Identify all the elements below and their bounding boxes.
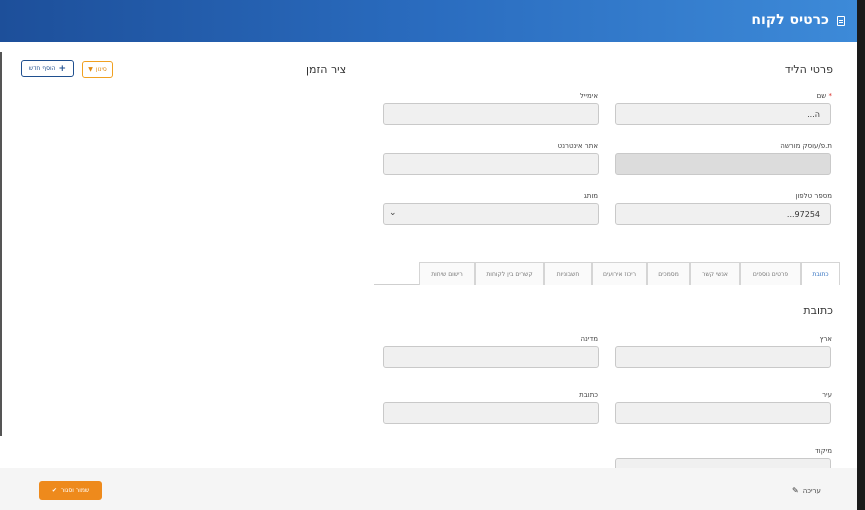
website-label: אתר אינטרנט [557, 142, 598, 150]
brand-label: מותג [583, 192, 598, 200]
tab-invoices[interactable]: חשבוניות [544, 262, 592, 285]
tab-events[interactable]: ריכוז אירועים [592, 262, 647, 285]
street-field[interactable] [383, 402, 599, 424]
plus-icon: + [58, 63, 67, 74]
address-title: כתובת [803, 304, 833, 317]
save-close-label: שמור וסגור [60, 487, 90, 494]
add-new-button[interactable]: + הוסף חדש [21, 60, 74, 77]
tab-customer-links[interactable]: קשרים בין לקוחות [475, 262, 544, 285]
street-label: כתובת [579, 391, 598, 399]
website-field[interactable] [383, 153, 599, 175]
email-label: אימייל [579, 92, 598, 100]
footer-bar [0, 468, 857, 510]
page-title: כרטיס לקוח [751, 12, 829, 28]
lead-details-title: פרטי הליד [784, 63, 833, 76]
country-label: ארץ [819, 335, 832, 343]
email-field[interactable] [383, 103, 599, 125]
save-close-button[interactable]: שמור וסגור ✔ [39, 481, 102, 500]
state-field[interactable] [383, 346, 599, 368]
chevron-down-icon: ▼ [88, 66, 93, 73]
filter-button[interactable]: סינון ▼ [82, 61, 113, 78]
name-field[interactable]: ה... [615, 103, 831, 125]
edit-label: עריכה [802, 486, 821, 495]
name-label: * שם [816, 92, 832, 100]
zip-label: מיקוד [814, 447, 832, 455]
company-id-label: ת.פ/עוסק מורשה [780, 142, 832, 150]
timeline-title: ציר הזמן [306, 63, 347, 76]
company-id-field[interactable] [615, 153, 831, 175]
divider [0, 52, 2, 436]
wrench-icon: ✎ [792, 486, 799, 495]
header-bar: כרטיס לקוח [0, 0, 857, 42]
tab-bar: כתובת פרטים נוספים אנשי קשר מסמכים ריכוז… [374, 262, 840, 285]
filter-label: סינון [95, 66, 107, 73]
tab-address[interactable]: כתובת [801, 262, 840, 285]
check-icon: ✔ [51, 487, 57, 494]
tab-documents[interactable]: מסמכים [647, 262, 690, 285]
phone-label: מספר טלפון [795, 192, 832, 200]
country-field[interactable] [615, 346, 831, 368]
tab-call-log[interactable]: רישום שיחות [419, 262, 475, 285]
tab-contacts[interactable]: אנשי קשר [690, 262, 740, 285]
edit-link[interactable]: עריכה ✎ [792, 486, 821, 495]
add-new-label: הוסף חדש [28, 65, 56, 72]
tab-extra-details[interactable]: פרטים נוספים [740, 262, 801, 285]
city-label: עיר [822, 391, 832, 399]
scrollbar[interactable] [857, 0, 865, 510]
brand-select[interactable]: ⌄ [383, 203, 599, 225]
state-label: מדינה [580, 335, 598, 343]
city-field[interactable] [615, 402, 831, 424]
phone-field[interactable]: 97254... [615, 203, 831, 225]
document-icon [837, 16, 845, 26]
chevron-down-icon: ⌄ [389, 208, 397, 218]
